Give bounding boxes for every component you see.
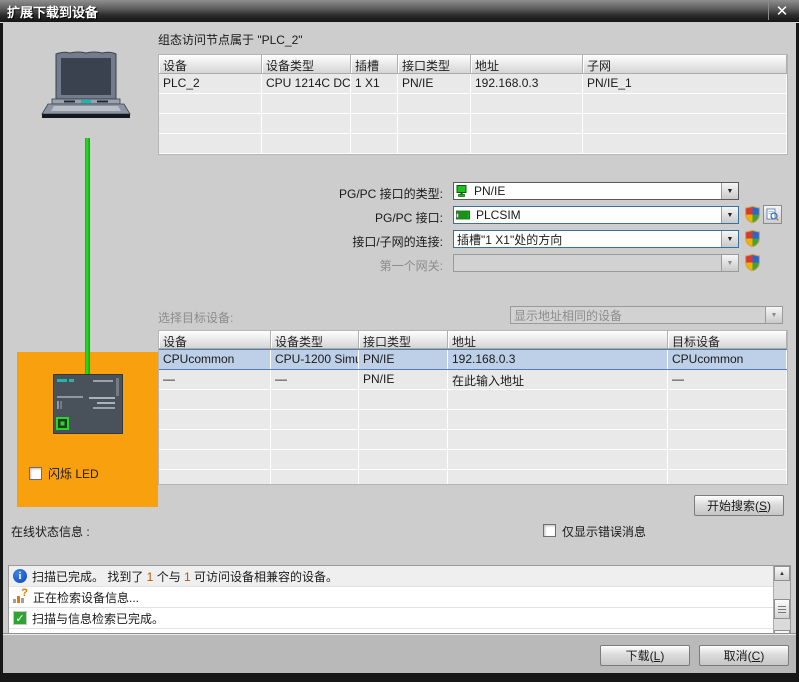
scroll-up-icon[interactable]: ▲ <box>774 566 790 581</box>
col-interface-type: 接口类型 <box>359 331 448 348</box>
empty-row <box>159 470 787 484</box>
status-message: i 扫描已完成。 找到了 1 个与 1 可访问设备相兼容的设备。 <box>9 566 790 587</box>
button-label: 取消( <box>723 649 752 663</box>
col-device-type: 设备类型 <box>262 55 351 73</box>
connection-label: 接口/子网的连接: <box>352 235 443 249</box>
cell-address: 192.168.0.3 <box>448 350 668 369</box>
shield-icon <box>744 253 761 272</box>
cancel-button[interactable]: 取消(C) <box>699 645 789 666</box>
table-row-selected[interactable]: CPUcommon CPU-1200 Simula... PN/IE 192.1… <box>159 349 787 370</box>
only-errors-label: 仅显示错误消息 <box>562 525 647 539</box>
cell-address: 192.168.0.3 <box>471 74 583 93</box>
cell-target-device: CPUcommon <box>668 350 787 369</box>
message-text: 扫描与信息检索已完成。 <box>32 611 165 626</box>
message-text: 扫描已完成。 找到了 1 个与 1 可访问设备相兼容的设备。 <box>32 569 339 584</box>
footer-bar: 下载(L) 取消(C) <box>3 633 796 673</box>
flash-led-label: 闪烁 LED <box>48 467 99 481</box>
col-device: 设备 <box>159 55 262 73</box>
online-status-heading: 在线状态信息 : <box>11 525 90 539</box>
button-label: 开始搜索( <box>706 499 759 513</box>
table-row[interactable]: PLC_2 CPU 1214C DC/D... 1 X1 PN/IE 192.1… <box>159 74 787 94</box>
col-address: 地址 <box>448 331 668 348</box>
empty-row <box>159 410 787 430</box>
chevron-down-icon: ▼ <box>721 255 738 271</box>
cell-device: — <box>159 370 271 389</box>
flash-led-checkbox[interactable] <box>29 467 42 480</box>
cell-device-type: CPU-1200 Simula... <box>271 350 359 369</box>
shield-icon <box>744 205 761 224</box>
chevron-down-icon: ▼ <box>765 307 782 323</box>
message-text: 正在检索设备信息... <box>33 590 140 605</box>
pnie-icon <box>456 185 468 197</box>
download-button[interactable]: 下载(L) <box>600 645 690 666</box>
retrieving-icon: ? <box>13 587 28 604</box>
chevron-down-icon[interactable]: ▼ <box>721 207 738 223</box>
col-subnet: 子网 <box>583 55 787 73</box>
empty-row <box>159 94 787 114</box>
config-node-heading: 组态访问节点属于 "PLC_2" <box>158 33 303 47</box>
cell-interface-type: PN/IE <box>359 370 448 389</box>
chevron-down-icon[interactable]: ▼ <box>721 231 738 247</box>
network-card-icon <box>456 210 470 221</box>
pgpc-interface-label: PG/PC 接口: <box>374 211 443 225</box>
select-target-heading: 选择目标设备: <box>158 311 234 325</box>
empty-row <box>159 430 787 450</box>
connection-value: 插槽"1 X1"处的方向 <box>457 232 563 247</box>
shield-icon <box>744 229 761 248</box>
dialog-title: 扩展下载到设备 <box>7 4 99 20</box>
access-nodes-table: 设备 设备类型 插槽 接口类型 地址 子网 PLC_2 CPU 1214C DC… <box>158 54 788 155</box>
cell-slot: 1 X1 <box>351 74 398 93</box>
compatible-devices-table: 设备 设备类型 接口类型 地址 目标设备 CPUcommon CPU-1200 … <box>158 330 788 485</box>
connection-cable <box>85 138 90 376</box>
pgpc-interface-value: PLCSIM <box>476 208 521 222</box>
chevron-down-icon[interactable]: ▼ <box>721 183 738 199</box>
cell-address-input[interactable]: 在此输入地址 <box>448 370 668 389</box>
plc-device-image <box>53 374 123 437</box>
gateway-dropdown: ▼ <box>453 254 739 272</box>
pgpc-type-dropdown[interactable]: PN/IE ▼ <box>453 182 739 200</box>
cell-subnet: PN/IE_1 <box>583 74 787 93</box>
only-errors-checkbox[interactable] <box>543 524 556 537</box>
dialog-body: 组态访问节点属于 "PLC_2" 设备 设备类型 插槽 接口类型 地址 子网 P… <box>3 22 796 673</box>
device-filter-dropdown: 显示地址相同的设备 ▼ <box>510 306 783 324</box>
col-device-type: 设备类型 <box>271 331 359 348</box>
cell-interface-type: PN/IE <box>398 74 471 93</box>
start-search-button[interactable]: 开始搜索(S) <box>694 495 784 516</box>
gateway-label: 第一个网关: <box>379 259 443 273</box>
device-filter-value: 显示地址相同的设备 <box>514 308 623 323</box>
access-nodes-header: 设备 设备类型 插槽 接口类型 地址 子网 <box>159 55 787 74</box>
cell-device: CPUcommon <box>159 350 271 369</box>
info-icon: i <box>13 569 27 583</box>
pgpc-type-value: PN/IE <box>474 184 506 198</box>
close-icon[interactable]: ✕ <box>768 1 795 20</box>
scrollbar-thumb[interactable] <box>774 599 790 619</box>
devices-header: 设备 设备类型 接口类型 地址 目标设备 <box>159 331 787 349</box>
empty-row <box>159 450 787 470</box>
cell-device: PLC_2 <box>159 74 262 93</box>
cell-device-type: CPU 1214C DC/D... <box>262 74 351 93</box>
detect-interface-button[interactable] <box>763 205 782 224</box>
table-row[interactable]: — — PN/IE 在此输入地址 — <box>159 370 787 390</box>
cell-target-device: — <box>668 370 787 389</box>
pgpc-type-label: PG/PC 接口的类型: <box>338 187 443 201</box>
extended-download-dialog: 扩展下载到设备 ✕ 组态访问节点属于 "PLC_2" 设备 设备类型 插槽 接口… <box>0 0 799 682</box>
col-interface-type: 接口类型 <box>398 55 471 73</box>
col-slot: 插槽 <box>351 55 398 73</box>
empty-row <box>159 134 787 154</box>
col-address: 地址 <box>471 55 583 73</box>
check-icon: ✓ <box>13 611 27 625</box>
empty-row <box>159 114 787 134</box>
cell-interface-type: PN/IE <box>359 350 448 369</box>
empty-row <box>159 390 787 410</box>
title-bar: 扩展下载到设备 ✕ <box>0 0 799 23</box>
pg-laptop-image <box>40 50 132 125</box>
cell-device-type: — <box>271 370 359 389</box>
status-message: ✓ 扫描与信息检索已完成。 <box>9 608 790 629</box>
button-label: 下载( <box>625 649 654 663</box>
connection-dropdown[interactable]: 插槽"1 X1"处的方向 ▼ <box>453 230 739 248</box>
col-target-device: 目标设备 <box>668 331 787 348</box>
col-device: 设备 <box>159 331 271 348</box>
status-message: ? 正在检索设备信息... <box>9 587 790 608</box>
pgpc-interface-dropdown[interactable]: PLCSIM ▼ <box>453 206 739 224</box>
